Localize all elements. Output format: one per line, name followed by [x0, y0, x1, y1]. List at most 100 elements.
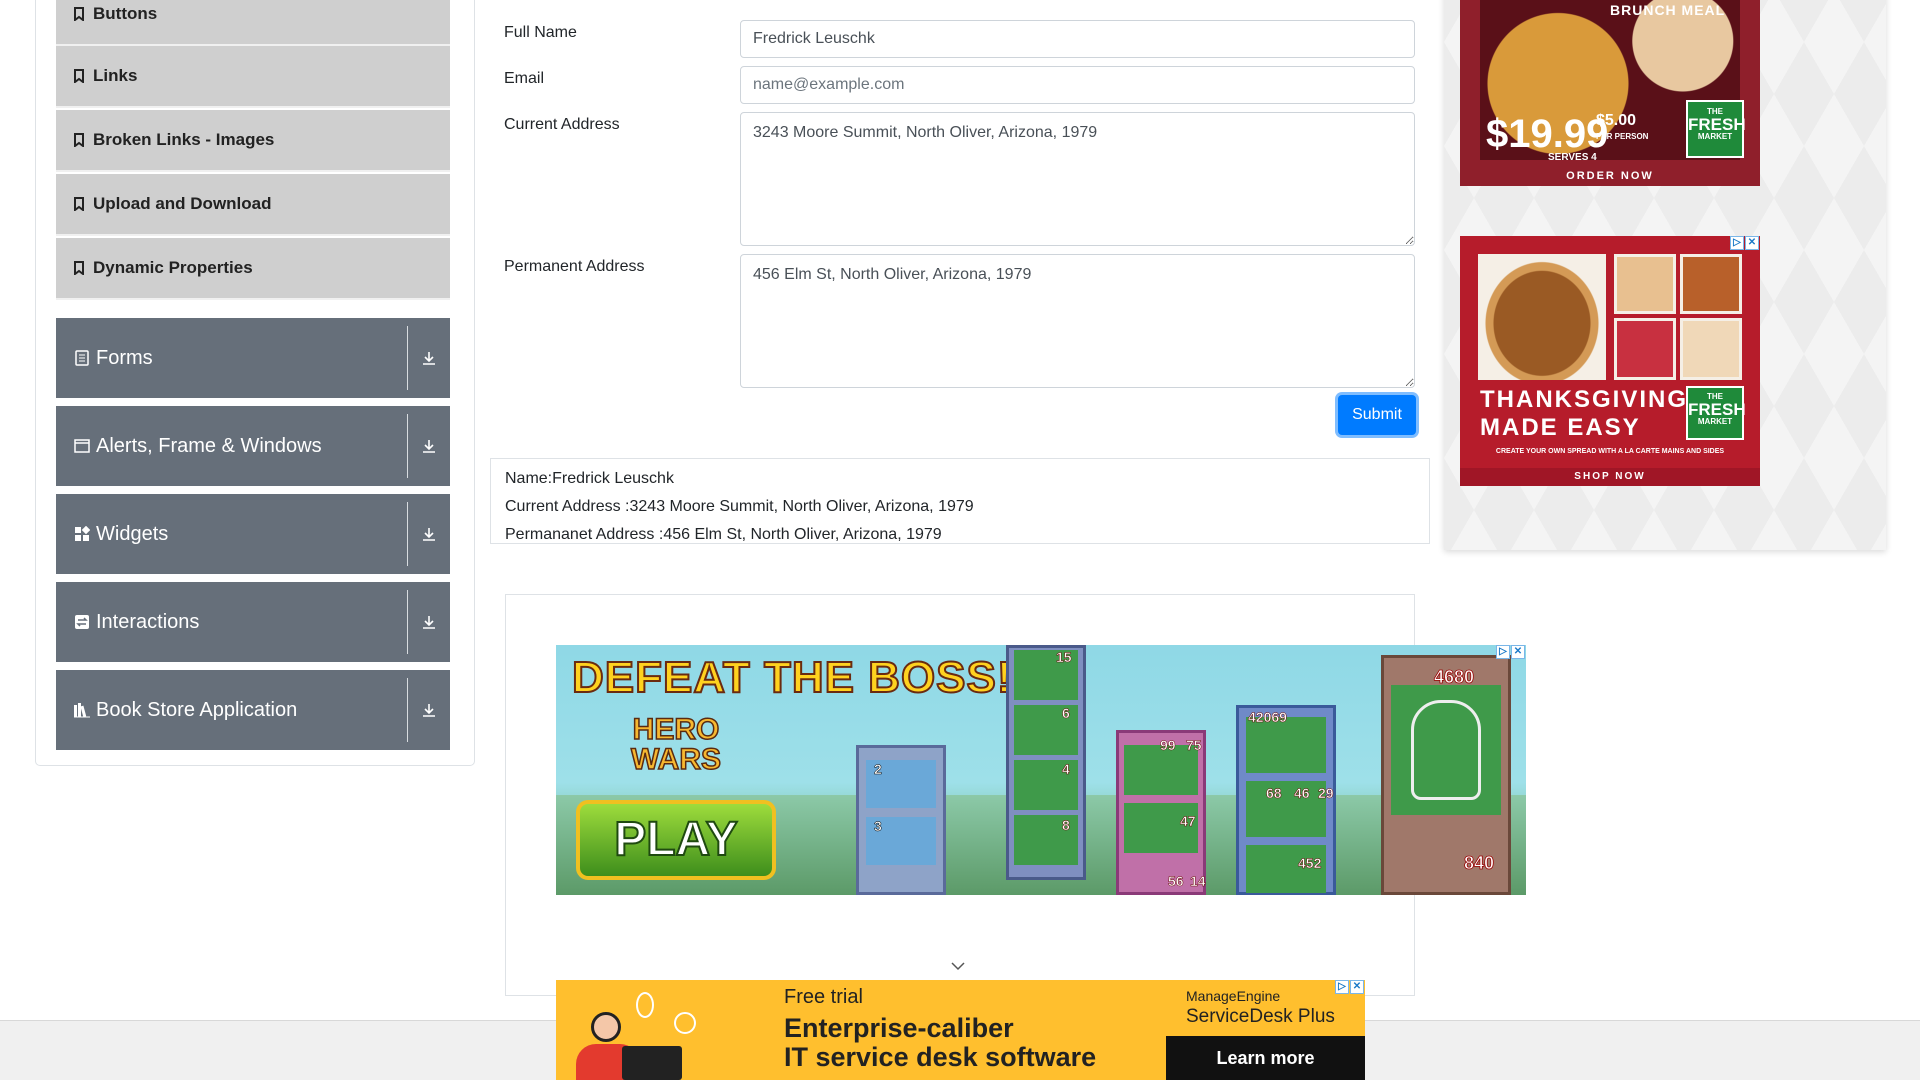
free-trial-label: Free trial [784, 986, 863, 1008]
sidebar-group-label: Book Store Application [96, 698, 298, 721]
current-address-label: Current Address [504, 116, 620, 133]
interactions-icon [73, 613, 91, 631]
power-number: 4 [1062, 761, 1070, 778]
sidebar-item-label: Broken Links - Images [93, 130, 275, 149]
sidebar-group-label: Forms [96, 346, 153, 369]
download-icon[interactable] [408, 582, 450, 662]
download-icon[interactable] [408, 406, 450, 486]
full-name-label: Full Name [504, 24, 577, 41]
list-item-icon [72, 69, 86, 83]
adchoices-icon[interactable]: ▷ [1335, 980, 1349, 994]
sidebar-item-buttons[interactable]: Buttons [56, 0, 450, 46]
brunch-heading: BRUNCH MEAL [1610, 2, 1726, 18]
output-permanent-address: Permananet Address :456 Elm St, North Ol… [505, 526, 942, 543]
play-button[interactable]: PLAY [576, 800, 776, 880]
brand-servicedesk-plus: ServiceDesk Plus [1186, 1006, 1335, 1027]
chevron-down-icon[interactable] [950, 958, 966, 976]
power-number: 99 [1160, 737, 1176, 754]
output-current-address: Current Address :3243 Moore Summit, Nort… [505, 498, 974, 515]
close-icon[interactable]: ✕ [1350, 980, 1364, 994]
hero-wars-logo: HERO WARS [616, 713, 736, 776]
brunch-serves: SERVES 4 [1548, 152, 1597, 163]
logo-line2: WARS [630, 743, 722, 776]
brunch-per-person: PER PERSON [1596, 132, 1649, 141]
sidebar-group-label: Interactions [96, 610, 200, 633]
logo-fresh: FRESH [1688, 400, 1746, 419]
close-icon[interactable]: ✕ [1745, 236, 1759, 250]
list-item-icon [72, 133, 86, 147]
thanksgiving-shop-now[interactable]: SHOP NOW [1460, 468, 1760, 486]
fresh-market-logo: THE FRESH MARKET [1686, 100, 1746, 158]
side-dish-image [1614, 254, 1676, 314]
sidebar-group-label: Widgets [96, 522, 169, 545]
boss-power-number: 4680 [1434, 667, 1475, 688]
lightbulb-icon [636, 992, 654, 1018]
learn-more-button[interactable]: Learn more [1166, 1036, 1365, 1080]
brunch-per-person-price: $5.00 [1596, 112, 1637, 129]
list-item-icon [72, 197, 86, 211]
widgets-icon [73, 525, 91, 543]
download-icon[interactable] [408, 494, 450, 574]
power-number: 6 [1062, 705, 1070, 722]
tower-room [1246, 717, 1326, 773]
books-icon [73, 701, 91, 719]
adchoices-icon[interactable]: ▷ [1730, 236, 1744, 250]
power-number: 2 [874, 761, 882, 778]
sidebar-item-label: Buttons [93, 4, 158, 23]
headline-line2: IT service desk software [784, 1042, 1097, 1072]
skeleton-boss [1411, 700, 1481, 800]
side-dish-image [1680, 254, 1742, 314]
brunch-ad[interactable]: BRUNCH MEAL $19.99 $5.00 PER PERSON SERV… [1460, 0, 1760, 186]
download-icon[interactable] [408, 318, 450, 398]
current-address-textarea[interactable]: 3243 Moore Summit, North Oliver, Arizona… [740, 112, 1415, 246]
sidebar-group-book-store[interactable]: Book Store Application [56, 670, 450, 750]
submit-button[interactable]: Submit [1338, 395, 1416, 435]
brunch-price: $19.99 [1486, 112, 1609, 156]
game-headline: DEFEAT THE BOSS! [571, 652, 1013, 703]
chart-icon [674, 1012, 696, 1034]
full-name-input[interactable] [740, 20, 1415, 58]
power-number: 8 [1062, 817, 1070, 834]
headline-line1: Enterprise-caliber [784, 1013, 1014, 1043]
turkey-image [1478, 254, 1606, 380]
power-number: 29 [1318, 785, 1334, 802]
sidebar-item-label: Upload and Download [93, 194, 272, 213]
person-head [591, 1012, 621, 1042]
power-number: 15 [1056, 649, 1072, 666]
power-number: 75 [1186, 737, 1202, 754]
thanksgiving-subline: CREATE YOUR OWN SPREAD WITH A LA CARTE M… [1495, 448, 1725, 455]
thanksgiving-line1: THANKSGIVING [1480, 386, 1689, 413]
illustration [566, 990, 706, 1080]
dessert-image [1614, 318, 1676, 380]
boss-power-number: 840 [1464, 853, 1495, 874]
list-item-icon [72, 7, 86, 21]
sidebar-item-dynamic-properties[interactable]: Dynamic Properties [56, 238, 450, 300]
sidebar-item-label: Dynamic Properties [93, 258, 253, 277]
sidebar-item-label: Links [93, 66, 138, 85]
sidebar-item-links[interactable]: Links [56, 46, 450, 108]
permanent-address-textarea[interactable]: 456 Elm St, North Oliver, Arizona, 1979 [740, 254, 1415, 388]
thanksgiving-line2: MADE EASY [1480, 414, 1641, 441]
power-number: 46 [1294, 785, 1310, 802]
sidebar-group-alerts-frame-windows[interactable]: Alerts, Frame & Windows [56, 406, 450, 486]
sidebar-group-widgets[interactable]: Widgets [56, 494, 450, 574]
output-name: Name:Fredrick Leuschk [505, 470, 674, 487]
logo-line1: HERO [632, 713, 720, 746]
laptop [622, 1046, 682, 1080]
sidebar-item-upload-download[interactable]: Upload and Download [56, 174, 450, 236]
adchoices-icon[interactable]: ▷ [1496, 645, 1510, 659]
hero-wars-ad[interactable]: DEFEAT THE BOSS! HERO WARS PLAY 2 3 15 6… [556, 645, 1526, 895]
window-icon [73, 437, 91, 455]
sidebar-group-interactions[interactable]: Interactions [56, 582, 450, 662]
servicedesk-headline: Enterprise-caliber IT service desk softw… [784, 1014, 1096, 1072]
sidebar-item-broken-links[interactable]: Broken Links - Images [56, 110, 450, 172]
list-item-icon [72, 261, 86, 275]
download-icon[interactable] [408, 670, 450, 750]
thanksgiving-ad[interactable]: THANKSGIVING MADE EASY THE FRESH MARKET … [1460, 236, 1760, 486]
servicedesk-ad[interactable]: Free trial Enterprise-caliber IT service… [556, 980, 1365, 1080]
close-icon[interactable]: ✕ [1511, 645, 1525, 659]
brunch-order-now[interactable]: ORDER NOW [1460, 166, 1760, 186]
sidebar-group-forms[interactable]: Forms [56, 318, 450, 398]
email-input[interactable] [740, 66, 1415, 104]
email-label: Email [504, 70, 545, 87]
